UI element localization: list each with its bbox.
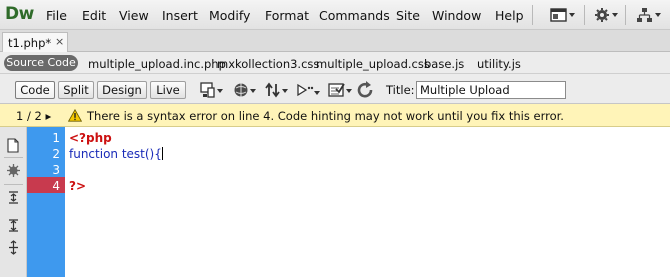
menu-insert[interactable]: Insert xyxy=(162,8,198,23)
menu-modify[interactable]: Modify xyxy=(209,8,250,23)
menu-edit[interactable]: Edit xyxy=(82,8,106,23)
code-line-text: function test(){ xyxy=(69,147,162,161)
line-number: 2 xyxy=(52,147,60,161)
error-message: There is a syntax error on line 4. Code … xyxy=(87,109,564,123)
inspect-icon[interactable] xyxy=(296,80,322,100)
menu-window[interactable]: Window xyxy=(432,8,481,23)
menu-commands[interactable]: Commands xyxy=(319,8,390,23)
line-number-error: 4 xyxy=(52,179,60,193)
document-toolbar: Code Split Design Live Title: xyxy=(0,74,670,104)
file-management-icon[interactable] xyxy=(264,80,290,100)
multiscreen-icon[interactable] xyxy=(199,80,225,100)
source-code-button[interactable]: Source Code xyxy=(4,55,78,71)
validate-icon[interactable] xyxy=(327,80,353,100)
title-label: Title: xyxy=(386,83,415,97)
related-file-link[interactable]: mxkollection3.css xyxy=(217,57,319,71)
related-file-link[interactable]: base.js xyxy=(424,57,464,71)
refresh-icon[interactable] xyxy=(355,80,381,100)
text-cursor xyxy=(161,147,163,160)
toolbar-divider xyxy=(4,157,23,158)
menu-bar: Dw File Edit View Insert Modify Format C… xyxy=(0,0,670,30)
menu-divider xyxy=(584,5,585,25)
related-file-link[interactable]: multiple_upload.inc.php xyxy=(88,57,226,71)
close-icon[interactable]: × xyxy=(55,35,64,48)
menu-file[interactable]: File xyxy=(46,8,67,23)
document-title-input[interactable] xyxy=(416,81,566,99)
syntax-error-bar: 1 / 2 ▸ There is a syntax error on line … xyxy=(0,104,670,127)
document-tab[interactable]: t1.php* × xyxy=(2,32,68,52)
code-line[interactable]: function test(){ xyxy=(69,147,163,161)
layout-icon[interactable] xyxy=(550,7,576,23)
menu-help[interactable]: Help xyxy=(495,8,524,23)
document-tab-label: t1.php* xyxy=(8,36,52,50)
show-code-navigator-icon[interactable] xyxy=(6,163,21,178)
line-number: 3 xyxy=(52,163,60,177)
expand-all-icon[interactable] xyxy=(6,240,21,255)
design-view-button[interactable]: Design xyxy=(97,81,147,99)
split-view-button[interactable]: Split xyxy=(58,81,94,99)
error-navigation[interactable]: 1 / 2 ▸ xyxy=(16,109,51,123)
menu-divider xyxy=(625,5,626,25)
menu-format[interactable]: Format xyxy=(265,8,309,23)
line-number: 1 xyxy=(52,131,60,145)
sitemap-icon[interactable] xyxy=(636,7,662,23)
code-line[interactable]: <?php xyxy=(69,131,112,145)
collapse-selection-icon[interactable] xyxy=(6,218,21,233)
warning-icon xyxy=(68,109,82,122)
document-tab-bar: t1.php* × xyxy=(0,30,670,52)
related-file-link[interactable]: utility.js xyxy=(477,57,521,71)
code-view-button[interactable]: Code xyxy=(15,81,55,99)
menu-site[interactable]: Site xyxy=(396,8,420,23)
dreamweaver-logo: Dw xyxy=(5,4,34,24)
open-documents-icon[interactable] xyxy=(6,138,21,153)
related-file-link[interactable]: multiple_upload.css xyxy=(316,57,430,71)
code-line[interactable]: ?> xyxy=(69,179,86,193)
related-files-bar: Source Code multiple_upload.inc.php mxko… xyxy=(0,52,670,74)
toolbar-divider xyxy=(4,184,23,185)
coding-toolbar xyxy=(0,127,27,277)
gear-icon[interactable] xyxy=(594,7,620,23)
line-numbers: 1 2 3 4 xyxy=(27,127,65,277)
menu-divider xyxy=(532,5,533,25)
menu-view[interactable]: View xyxy=(119,8,149,23)
collapse-full-tag-icon[interactable] xyxy=(6,190,21,205)
live-view-button[interactable]: Live xyxy=(150,81,186,99)
preview-browser-icon[interactable] xyxy=(232,80,258,100)
